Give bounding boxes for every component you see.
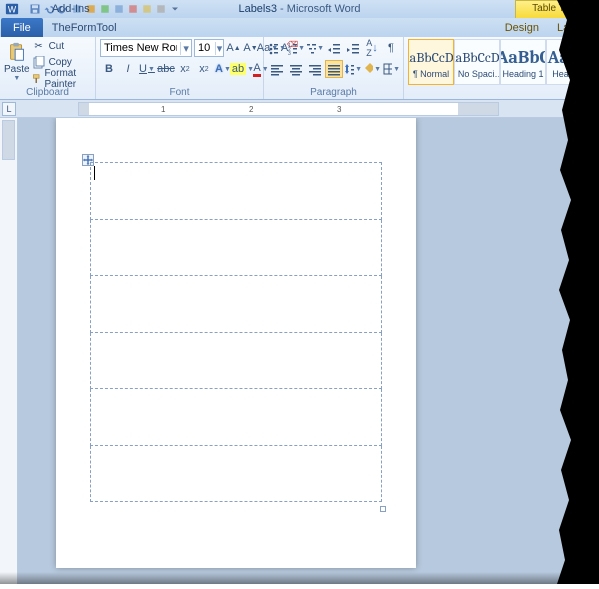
clipboard-group: Paste ▼ ✂Cut Copy Format Painter Clipboa… (0, 37, 96, 99)
shading-button[interactable]: ▼ (363, 60, 381, 78)
font-group: ▾ ▾ A▲ A▼ Aa▼ A⌫ B I U▼ abc x2 x2 A▼ ab▼… (96, 37, 264, 99)
multilevel-list-button[interactable]: ▼ (306, 39, 324, 57)
table-row[interactable] (91, 445, 382, 502)
paste-button[interactable]: Paste ▼ (4, 39, 30, 82)
svg-text:3: 3 (288, 51, 291, 55)
borders-button[interactable]: ▼ (382, 60, 400, 78)
bold-button[interactable]: B (100, 60, 118, 78)
scissors-icon: ✂ (32, 40, 46, 54)
font-group-label: Font (100, 87, 259, 99)
subscript-button[interactable]: x2 (176, 60, 194, 78)
document-area[interactable] (18, 118, 599, 584)
shadow-decoration (0, 572, 599, 584)
document-name: Labels3 (238, 3, 277, 15)
chevron-down-icon[interactable]: ▾ (180, 42, 191, 55)
font-size-input[interactable] (195, 42, 215, 54)
format-painter-button[interactable]: Format Painter (32, 71, 91, 86)
highlight-button[interactable]: ab▼ (233, 60, 251, 78)
qat-extra-5-icon[interactable] (126, 2, 140, 16)
text-cursor (94, 166, 95, 180)
ribbon-tabs: File HomeInsertPage LayoutReferencesMail… (0, 18, 599, 37)
decrease-indent-button[interactable] (325, 39, 343, 57)
word-app-icon: W (4, 1, 20, 17)
sort-button[interactable]: AZ↓ (363, 39, 381, 57)
align-left-button[interactable] (268, 60, 286, 78)
tab-design[interactable]: Design (496, 18, 548, 37)
align-center-button[interactable] (287, 60, 305, 78)
workspace (0, 118, 599, 584)
labels-table[interactable] (90, 162, 382, 502)
font-name-input[interactable] (101, 42, 180, 54)
grow-font-button[interactable]: A▲ (226, 39, 241, 57)
paste-label: Paste (4, 64, 30, 75)
style-heading-1[interactable]: AaBbCHeading 1 (500, 39, 546, 85)
font-name-combo[interactable]: ▾ (100, 39, 192, 57)
style--no-spaci-[interactable]: AaBbCcDd¶ No Spaci… (454, 39, 500, 85)
paragraph-group-label: Paragraph (268, 87, 399, 99)
format-painter-icon (32, 72, 42, 86)
table-cell[interactable] (91, 445, 382, 502)
app-name: Microsoft Word (287, 3, 361, 15)
style--normal[interactable]: AaBbCcDd¶ Normal (408, 39, 454, 85)
table-row[interactable] (91, 332, 382, 389)
line-spacing-button[interactable]: ▼ (344, 60, 362, 78)
tab-layout[interactable]: Layout (548, 18, 599, 37)
contextual-tab-group-label: Table Tools (515, 0, 599, 18)
file-tab[interactable]: File (1, 18, 43, 37)
table-cell[interactable] (91, 219, 382, 276)
paragraph-group: ▼ 123▼ ▼ AZ↓ ¶ ▼ ▼ ▼ Paragraph (264, 37, 404, 99)
chevron-down-icon: ▼ (13, 75, 20, 82)
ribbon: Paste ▼ ✂Cut Copy Format Painter Clipboa… (0, 37, 599, 100)
ruler-area: L 1 2 3 (0, 100, 599, 118)
chevron-down-icon[interactable]: ▾ (215, 42, 223, 55)
qat-dropdown-icon[interactable] (168, 2, 182, 16)
table-row[interactable] (91, 219, 382, 276)
numbering-button[interactable]: 123▼ (287, 39, 305, 57)
qat-extra-7-icon[interactable] (154, 2, 168, 16)
styles-group: AaBbCcDd¶ NormalAaBbCcDd¶ No Spaci…AaBbC… (404, 37, 599, 99)
horizontal-ruler[interactable]: 1 2 3 (78, 102, 499, 116)
increase-indent-button[interactable] (344, 39, 362, 57)
table-resize-handle[interactable] (380, 506, 386, 512)
paste-icon (6, 41, 28, 63)
tab-selector[interactable]: L (2, 102, 16, 116)
justify-button[interactable] (325, 60, 343, 78)
tab-theformtool[interactable]: TheFormTool (43, 18, 126, 37)
table-cell[interactable] (91, 332, 382, 389)
bullets-button[interactable]: ▼ (268, 39, 286, 57)
svg-text:W: W (8, 5, 17, 15)
clipboard-group-label: Clipboard (4, 87, 91, 99)
page[interactable] (56, 118, 416, 568)
table-cell[interactable] (91, 389, 382, 446)
tab-add-ins[interactable]: Add-Ins (43, 0, 126, 18)
font-size-combo[interactable]: ▾ (194, 39, 224, 57)
strikethrough-button[interactable]: abc (157, 60, 175, 78)
vertical-ruler[interactable] (0, 118, 18, 584)
qat-extra-6-icon[interactable] (140, 2, 154, 16)
align-right-button[interactable] (306, 60, 324, 78)
table-cell[interactable] (91, 276, 382, 333)
superscript-button[interactable]: x2 (195, 60, 213, 78)
table-row[interactable] (91, 163, 382, 220)
table-row[interactable] (91, 389, 382, 446)
table-cell[interactable] (91, 163, 382, 220)
style-heading[interactable]: AaBbHeading (546, 39, 592, 85)
show-marks-button[interactable]: ¶ (382, 39, 400, 57)
italic-button[interactable]: I (119, 60, 137, 78)
underline-button[interactable]: U▼ (138, 60, 156, 78)
shrink-font-button[interactable]: A▼ (243, 39, 258, 57)
cut-button[interactable]: ✂Cut (32, 39, 91, 54)
table-row[interactable] (91, 276, 382, 333)
save-icon[interactable] (28, 2, 42, 16)
